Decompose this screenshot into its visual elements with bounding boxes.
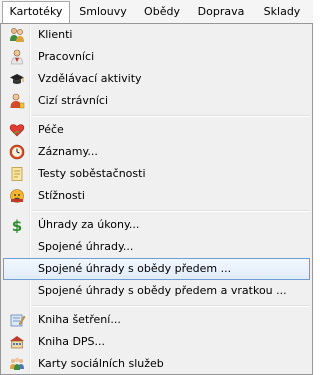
menu-item-uhrady-za-ukony[interactable]: $ Úhrady za úkony... <box>3 214 310 236</box>
menu-item-label: Pracovníci <box>38 50 95 63</box>
menu-item-label: Vzdělávací aktivity <box>38 72 142 85</box>
menu-item-label: Karty sociálních služeb <box>38 357 164 370</box>
menu-item-label: Péče <box>38 123 64 136</box>
menu-item-label: Kniha DPS... <box>38 335 106 348</box>
menu-item-label: Kniha šetření... <box>38 313 121 326</box>
menu-item-label: Záznamy... <box>38 145 98 158</box>
menu-item-label: Spojené úhrady s obědy předem a vratkou … <box>38 284 287 297</box>
people-icon <box>9 27 25 43</box>
menu-sklady[interactable]: Sklady <box>254 1 310 23</box>
menu-bar: Kartotéky Smlouvy Obědy Doprava Sklady <box>0 0 313 24</box>
app-window: Kartotéky Smlouvy Obědy Doprava Sklady K… <box>0 0 313 375</box>
menu-item-kniha-setreni[interactable]: Kniha šetření... <box>3 309 310 331</box>
menu-separator <box>32 305 310 307</box>
menu-kartoteky[interactable]: Kartotéky <box>2 1 70 23</box>
menu-item-label: Testy soběstačnosti <box>38 167 146 180</box>
svg-text:$: $ <box>12 217 22 233</box>
menu-item-kniha-dps[interactable]: Kniha DPS... <box>3 331 310 353</box>
menu-separator <box>32 210 310 212</box>
menu-item-cizi-stravnici[interactable]: Cizí strávníci <box>3 90 310 112</box>
worker-icon <box>9 49 25 65</box>
cards-icon <box>9 356 25 372</box>
heart-icon <box>9 122 25 138</box>
menu-item-pece[interactable]: Péče <box>3 119 310 141</box>
menu-doprava[interactable]: Doprava <box>190 1 252 23</box>
kartoteky-dropdown: Klienti Pracovníci Vzdělávací aktivity C… <box>0 23 313 375</box>
menu-item-spojene-uhrady-s-obedy-predem[interactable]: Spojené úhrady s obědy předem ... <box>3 258 310 280</box>
dollar-icon: $ <box>9 217 25 235</box>
menu-separator <box>32 115 310 117</box>
menu-item-stiznosti[interactable]: Stížnosti <box>3 185 310 207</box>
menu-item-label: Stížnosti <box>38 189 85 202</box>
building-icon <box>9 334 25 350</box>
checklist-icon <box>9 166 25 182</box>
menu-item-spojene-uhrady-s-obedy-predem-a-vratkou[interactable]: Spojené úhrady s obědy předem a vratkou … <box>3 280 310 302</box>
menu-smlouvy[interactable]: Smlouvy <box>72 1 134 23</box>
menu-obedy[interactable]: Obědy <box>136 1 188 23</box>
menu-item-klienti[interactable]: Klienti <box>3 24 310 46</box>
menu-item-testy-sobestacnosti[interactable]: Testy soběstačnosti <box>3 163 310 185</box>
clock-icon <box>9 144 25 160</box>
diner-icon <box>9 93 25 109</box>
menu-item-label: Spojené úhrady... <box>38 240 134 253</box>
menu-item-label: Cizí strávníci <box>38 94 109 107</box>
menu-item-pracovnici[interactable]: Pracovníci <box>3 46 310 68</box>
menu-item-label: Klienti <box>38 28 73 41</box>
complaint-icon <box>9 188 25 204</box>
notebook-icon <box>9 312 26 328</box>
menu-item-spojene-uhrady[interactable]: Spojené úhrady... <box>3 236 310 258</box>
menu-item-zaznamy[interactable]: Záznamy... <box>3 141 310 163</box>
graduation-cap-icon <box>9 71 25 87</box>
menu-item-vzdelavaci-aktivity[interactable]: Vzdělávací aktivity <box>3 68 310 90</box>
menu-item-label: Úhrady za úkony... <box>38 218 140 231</box>
menu-item-karty-socialnich-sluzeb[interactable]: Karty sociálních služeb <box>3 353 310 375</box>
menu-item-label: Spojené úhrady s obědy předem ... <box>38 262 232 275</box>
